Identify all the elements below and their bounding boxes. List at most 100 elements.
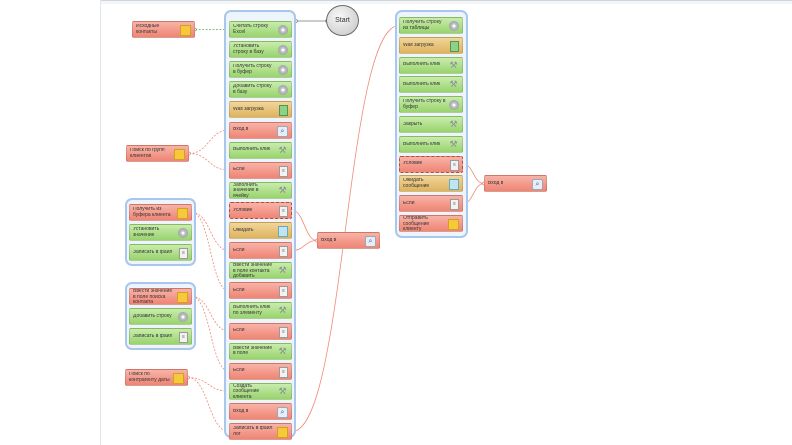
wrench-icon: ⚒ — [449, 138, 458, 149]
node-label: Получить строку из таблицы — [403, 20, 442, 31]
main-node-10[interactable]: Условие ≡ — [229, 201, 292, 219]
node-label: Исходные контакты — [136, 24, 160, 35]
right-node-3[interactable]: Выполнить клик ⚒ — [399, 56, 463, 74]
node-label: Заполнить значение в ячейку — [233, 182, 259, 198]
right-node-7[interactable]: Выполнить клик ⚒ — [399, 135, 463, 153]
main-node-14[interactable]: Если ≡ — [229, 282, 292, 300]
main-node-7[interactable]: Выполнить клик ⚒ — [229, 141, 292, 159]
wrench-icon: ⚒ — [278, 305, 287, 316]
node-label: Добавить строку — [133, 313, 172, 319]
node-label: Установить строку в базу — [233, 44, 264, 55]
main-node-16[interactable]: Если ≡ — [229, 322, 292, 340]
note-icon — [174, 149, 185, 160]
right-node-9[interactable]: Ожидать сообщение — [399, 175, 463, 193]
left-group-2-node-3[interactable]: Записать в файл ≡ — [129, 328, 192, 345]
node-label: Ввести значение в поле контакта добавить — [233, 263, 273, 279]
node-label: Вход в — [233, 127, 249, 133]
node-label: Ожидать сообщение — [403, 178, 430, 189]
node-label: Записать в файл — [133, 333, 173, 339]
node-label: Получить строку в буфер — [233, 64, 272, 75]
right-node-1[interactable]: Получить строку из таблицы — [399, 17, 463, 34]
node-label: Wait загрузка — [233, 107, 264, 113]
node-label: Выполнить клик — [403, 62, 441, 68]
drive-icon — [450, 40, 459, 52]
note-node-3[interactable]: Поиск по контрагенту даты — [125, 369, 188, 386]
search-icon: ⌕ — [365, 236, 376, 247]
far-right-node[interactable]: Вход в ⌕ — [484, 175, 547, 192]
drive-icon — [279, 105, 288, 117]
node-label: Если — [233, 247, 245, 253]
main-node-11[interactable]: Ожидать — [229, 222, 292, 239]
document-icon: ≡ — [279, 366, 288, 378]
main-node-21[interactable]: Записать в файл лог — [229, 423, 292, 440]
document-icon: ≡ — [279, 286, 288, 298]
node-label: Выполнить клик — [403, 141, 441, 147]
main-node-18[interactable]: Если ≡ — [229, 362, 292, 380]
left-group-1-node-3[interactable]: Записать в файл ≡ — [129, 244, 192, 261]
disc-icon — [449, 100, 459, 111]
main-node-15[interactable]: Выполнить клик по элементу ⚒ — [229, 302, 292, 320]
note-node-2[interactable]: Поиск по групп клиентов — [126, 145, 189, 162]
wrench-icon: ⚒ — [449, 119, 458, 129]
document-icon: ≡ — [450, 159, 459, 171]
left-group-1-node-1[interactable]: Получить из буфера клиента — [129, 204, 192, 221]
right-node-8[interactable]: Условие ≡ — [399, 155, 463, 173]
node-label: Закрыть — [403, 121, 423, 127]
main-node-6[interactable]: Вход в ⌕ — [229, 121, 292, 139]
right-node-6[interactable]: Закрыть ⚒ — [399, 116, 463, 133]
note-icon — [277, 427, 288, 438]
right-node-2[interactable]: Wait загрузка — [399, 36, 463, 54]
main-node-2[interactable]: Установить строку в базу — [229, 41, 292, 59]
main-node-3[interactable]: Получить строку в буфер — [229, 61, 292, 79]
note-icon — [448, 219, 459, 230]
wrench-icon: ⚒ — [449, 59, 458, 70]
main-node-13[interactable]: Ввести значение в поле контакта добавить… — [229, 262, 292, 280]
mid-node[interactable]: Вход в ⌕ — [317, 232, 380, 249]
wrench-icon: ⚒ — [278, 144, 287, 155]
node-label: Считать строку Excel — [233, 24, 269, 35]
right-node-11[interactable]: Отправить сообщение клиенту — [399, 215, 463, 232]
box-icon — [278, 226, 288, 237]
right-node-4[interactable]: Выполнить клик ⚒ — [399, 76, 463, 94]
right-node-5[interactable]: Получить строку в буфер — [399, 96, 463, 114]
main-node-9[interactable]: Заполнить значение в ячейку ⚒ — [229, 181, 292, 199]
disc-icon — [278, 45, 288, 56]
node-label: Ожидать — [233, 227, 254, 233]
node-label: Отправить сообщение клиенту — [403, 216, 430, 231]
node-label: Создать сообщение клиента — [233, 383, 260, 399]
node-label: Ввести значение в поле — [233, 345, 273, 357]
main-node-5[interactable]: Wait загрузка — [229, 101, 292, 119]
node-label: Получить из буфера клиента — [133, 207, 171, 218]
left-group-1-node-2[interactable]: Установить значение — [129, 224, 192, 241]
left-group-2-node-1[interactable]: Ввести значение в поле поиска контакта — [129, 288, 192, 305]
wrench-icon: ⚒ — [278, 345, 287, 356]
main-node-4[interactable]: Добавить строку в базу — [229, 81, 292, 99]
node-label: Поиск по групп клиентов — [130, 148, 165, 159]
workflow-canvas[interactable]: Start Считать строку Excel Установить стр… — [0, 0, 792, 445]
left-group-2-node-2[interactable]: Добавить строку — [129, 308, 192, 325]
main-node-1[interactable]: Считать строку Excel — [229, 21, 292, 38]
main-node-19[interactable]: Создать сообщение клиента ⚒ — [229, 382, 292, 400]
note-icon — [173, 373, 184, 384]
right-node-10[interactable]: Если ≡ — [399, 195, 463, 213]
note-node-1[interactable]: Исходные контакты — [132, 21, 195, 38]
main-node-20[interactable]: Вход в ⌕ — [229, 402, 292, 420]
node-label: Вход в — [233, 408, 249, 414]
note-icon — [177, 208, 188, 219]
node-label: Добавить строку в базу — [233, 84, 272, 95]
node-label: Записать в файл лог — [233, 426, 273, 437]
wrench-icon: ⚒ — [278, 265, 287, 276]
disc-icon — [278, 65, 288, 76]
node-label: Вход в — [488, 180, 504, 186]
note-icon — [180, 25, 191, 36]
main-node-12[interactable]: Если ≡ — [229, 242, 292, 260]
wrench-icon: ⚒ — [278, 184, 287, 195]
document-icon: ≡ — [279, 326, 288, 338]
document-icon: ≡ — [279, 205, 288, 217]
main-node-8[interactable]: Если ≡ — [229, 161, 292, 179]
main-node-17[interactable]: Ввести значение в поле ⚒ — [229, 342, 292, 360]
start-node[interactable]: Start — [326, 5, 359, 36]
node-label: Записать в файл — [133, 249, 173, 255]
note-icon — [177, 292, 188, 303]
search-icon: ⌕ — [277, 125, 288, 137]
